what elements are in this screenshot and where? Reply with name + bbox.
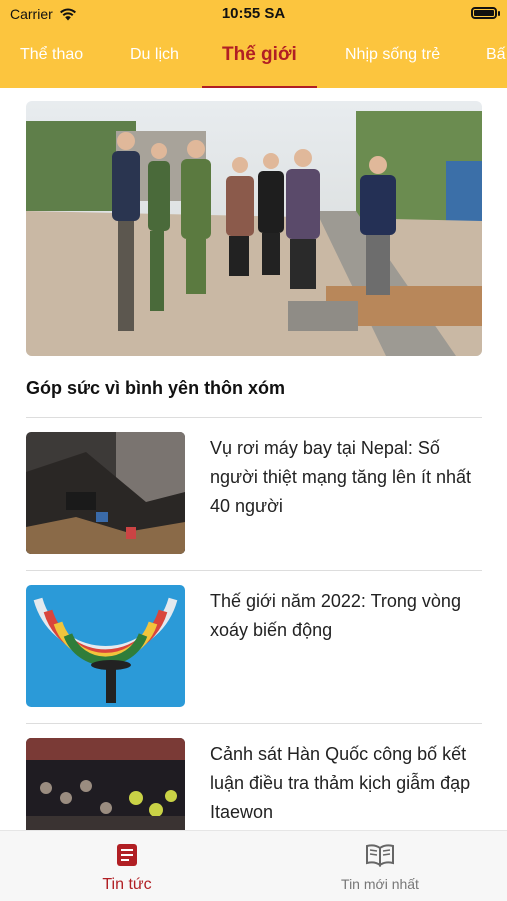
hero-title[interactable]: Góp sức vì bình yên thôn xóm <box>26 378 285 399</box>
article-item[interactable]: Thế giới năm 2022: Trong vòng xoáy biến … <box>26 585 482 709</box>
article-thumbnail <box>26 432 185 554</box>
open-book-icon <box>366 844 394 867</box>
status-bar: Carrier 10:55 SA <box>0 0 507 28</box>
top-header: Carrier 10:55 SA Thể thao Du lịch Thế gi… <box>0 0 507 88</box>
tab-the-gioi[interactable]: Thế giới <box>202 36 317 88</box>
tab-label: Tin tức <box>102 876 152 893</box>
article-thumbnail <box>26 585 185 707</box>
article-thumbnail <box>26 738 185 830</box>
article-item[interactable]: Vụ rơi máy bay tại Nepal: Số người thiệt… <box>26 432 482 556</box>
category-tabs: Thể thao Du lịch Thế giới Nhịp sống trẻ … <box>0 36 507 88</box>
article-title[interactable]: Cảnh sát Hàn Quốc công bố kết luận điều … <box>210 740 482 827</box>
tab-partial[interactable]: Bấ <box>486 36 506 86</box>
status-time: 10:55 SA <box>221 5 286 22</box>
tab-du-lich[interactable]: Du lịch <box>130 36 179 86</box>
newspaper-icon <box>117 844 137 866</box>
tab-tin-tuc[interactable]: Tin tức <box>27 843 227 894</box>
article-title[interactable]: Thế giới năm 2022: Trong vòng xoáy biến … <box>210 587 482 645</box>
tab-nhip-song-tre[interactable]: Nhịp sống trẻ <box>345 36 440 86</box>
article-item[interactable]: Cảnh sát Hàn Quốc công bố kết luận điều … <box>26 738 482 830</box>
battery-icon <box>471 7 500 19</box>
bottom-tab-bar: Tin tức Tin mới nhất <box>0 830 507 901</box>
divider <box>26 570 482 571</box>
tab-label: Tin mới nhất <box>341 876 419 892</box>
divider <box>26 723 482 724</box>
article-title[interactable]: Vụ rơi máy bay tại Nepal: Số người thiệt… <box>210 434 482 521</box>
tab-the-thao[interactable]: Thể thao <box>20 36 83 86</box>
divider <box>26 417 482 418</box>
hero-image[interactable] <box>26 101 482 356</box>
tab-tin-moi-nhat[interactable]: Tin mới nhất <box>280 843 480 892</box>
news-feed[interactable]: Góp sức vì bình yên thôn xóm Vụ rơi máy … <box>0 88 507 830</box>
